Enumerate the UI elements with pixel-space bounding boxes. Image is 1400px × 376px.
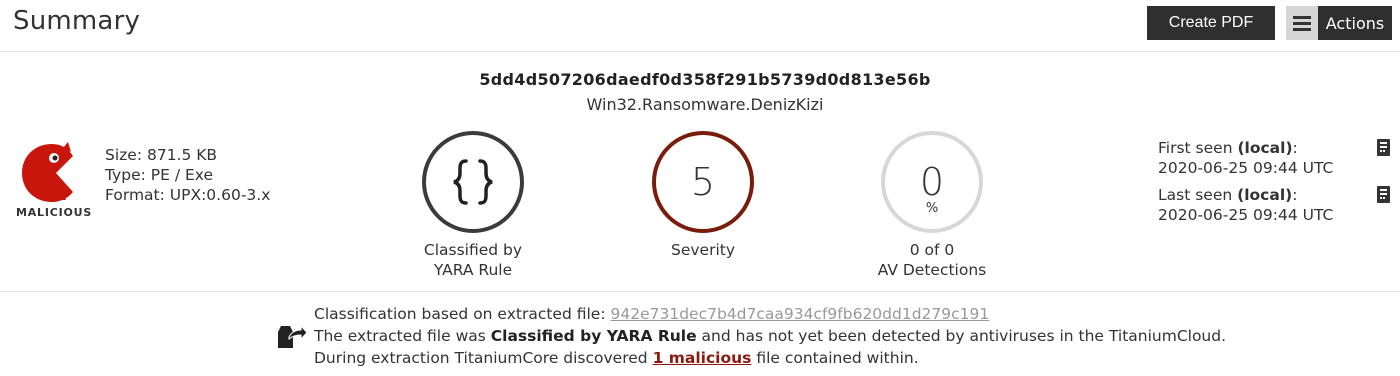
malicious-badge: MALICIOUS: [16, 140, 93, 222]
sample-hash: 5dd4d507206daedf0d358f291b5739d0d813e56b: [479, 70, 931, 89]
av-detections-label-line1: 0 of 0: [909, 241, 955, 259]
file-format: Format: UPX:0.60-3.x: [105, 186, 271, 204]
first-seen-colon: :: [1292, 139, 1298, 157]
hamburger-menu-icon: [1286, 6, 1318, 40]
section-divider: [0, 291, 1400, 292]
extraction-info: Classification based on extracted file: …: [314, 303, 1226, 369]
av-detections-value: 0: [919, 160, 945, 204]
summary-header: Summary Create PDF Actions: [0, 0, 1400, 52]
first-seen-report-icon[interactable]: [1377, 139, 1390, 156]
severity-label: Severity: [623, 240, 783, 260]
av-detections-label: 0 of 0 AV Detections: [852, 240, 1012, 280]
first-seen: First seen (local): 2020-06-25 09:44 UTC: [1158, 138, 1333, 178]
last-seen: Last seen (local): 2020-06-25 09:44 UTC: [1158, 185, 1333, 225]
extraction-line2-suffix: and has not yet been detected by antivir…: [696, 327, 1227, 345]
first-seen-tag: (local): [1237, 139, 1293, 157]
last-seen-prefix: Last seen: [1158, 186, 1238, 204]
malicious-label: MALICIOUS: [16, 206, 93, 219]
classification-label-line1: Classified by: [423, 241, 523, 259]
last-seen-colon: :: [1292, 186, 1298, 204]
last-seen-tag: (local): [1237, 186, 1293, 204]
extraction-classification: Classified by YARA Rule: [490, 327, 697, 345]
malicious-files-link[interactable]: 1 malicious: [653, 349, 752, 367]
av-detections-label-line2: AV Detections: [877, 261, 987, 279]
extracted-file-hash-link[interactable]: 942e731dec7b4d7caa934cf9fb620dd1d279c191: [610, 305, 989, 323]
file-type: Type: PE / Exe: [105, 166, 213, 184]
extraction-line3-prefix: During extraction TitaniumCore discovere…: [314, 349, 653, 367]
extraction-line1-prefix: Classification based on extracted file:: [314, 305, 611, 323]
extraction-line2-prefix: The extracted file was: [314, 327, 491, 345]
pacman-malicious-icon: [22, 142, 73, 202]
first-seen-date: 2020-06-25 09:44 UTC: [1158, 159, 1334, 177]
page-title: Summary: [13, 6, 141, 36]
last-seen-date: 2020-06-25 09:44 UTC: [1158, 206, 1334, 224]
av-detections-unit: %: [925, 201, 939, 216]
classification-label: Classified by YARA Rule: [393, 240, 553, 280]
first-seen-prefix: First seen: [1158, 139, 1238, 157]
file-size: Size: 871.5 KB: [105, 146, 218, 164]
severity-label-line1: Severity: [670, 241, 735, 259]
actions-button[interactable]: Actions: [1286, 6, 1392, 40]
threat-name: Win32.Ransomware.DenizKizi: [586, 95, 824, 114]
create-pdf-button[interactable]: Create PDF: [1147, 6, 1275, 40]
severity-indicator[interactable]: 5: [652, 131, 754, 233]
av-detections-indicator[interactable]: 0 %: [881, 131, 983, 233]
last-seen-report-icon[interactable]: [1377, 186, 1390, 203]
file-info: Size: 871.5 KB Type: PE / Exe Format: UP…: [105, 145, 270, 205]
curly-braces-icon: [453, 159, 493, 205]
box-arrow-out-icon: [278, 324, 308, 348]
extraction-icon: [277, 323, 308, 349]
severity-value: 5: [690, 160, 716, 204]
extraction-line3-suffix: file contained within.: [751, 349, 919, 367]
actions-label: Actions: [1325, 13, 1385, 33]
classification-label-line2: YARA Rule: [433, 261, 513, 279]
classification-indicator[interactable]: [422, 131, 524, 233]
